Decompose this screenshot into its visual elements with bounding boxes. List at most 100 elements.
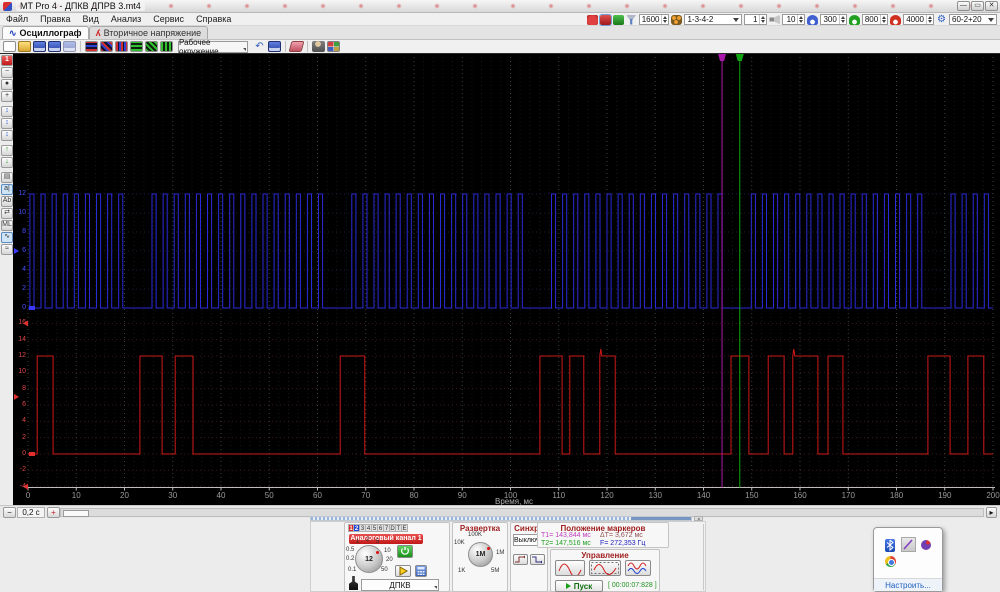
chrome-icon[interactable] [885,556,896,567]
channel-1-indicator[interactable]: 1 [1,55,13,66]
tab-oscilloscope[interactable]: ∿ Осциллограф [2,26,89,39]
bluetooth-icon[interactable] [885,539,895,552]
menu-1[interactable]: Файл [0,13,34,26]
channel-calc-button[interactable] [415,565,427,577]
display-mode-4-button[interactable] [130,41,143,52]
toggle-levels-button[interactable]: ⇄ [1,208,13,219]
stream-capture-button[interactable] [625,560,651,576]
crank-profile-select[interactable]: 60-2+20 [949,14,997,25]
minimize-button[interactable]: — [957,1,970,11]
rpm-high-spinner-arrows[interactable] [926,15,933,24]
gear-icon[interactable]: ⚙ [936,15,947,25]
sync-rising-edge-button[interactable] [513,554,528,565]
zoom-in-time-button[interactable]: + [47,507,60,518]
save-as-button[interactable] [48,41,61,52]
oscilloscope-screen[interactable]: 0102030405060708090100110120130140150160… [13,54,1000,505]
windowed-capture-button[interactable] [589,560,621,576]
display-mode-6-button[interactable] [160,41,173,52]
menu-3[interactable]: Вид [77,13,105,26]
zoom-in-button[interactable]: + [1,91,13,102]
menu-2[interactable]: Правка [34,13,76,26]
user-tool-icon[interactable] [312,41,325,52]
toggle-labels-button[interactable]: Ab [1,196,13,207]
play-icon [566,583,571,589]
rpm-mid-value[interactable]: 800 [863,15,880,24]
menu-5[interactable]: Сервис [147,13,190,26]
firing-order-select[interactable]: 1-3-4-2 [684,14,742,25]
display-mode-1-button[interactable] [85,41,98,52]
time-scrollbar-thumb[interactable] [63,510,89,517]
level-spinner[interactable]: 10 [782,14,805,25]
cylinder-spinner[interactable]: 1 [744,14,767,25]
display-mode-3-button[interactable] [115,41,128,52]
car-icon[interactable] [587,15,598,25]
toggle-measure-button[interactable]: ML [1,220,13,231]
undo-button[interactable]: ↶ [253,41,266,52]
channel-power-button[interactable] [397,545,413,558]
x-tick-label: 0 [16,491,40,500]
sweep-knob[interactable]: 1M [468,542,493,567]
level-spinner-arrows[interactable] [797,15,804,24]
maximize-button[interactable]: ▭ [971,1,984,11]
zoom-out-button[interactable]: − [1,67,13,78]
v-scale-expand-button[interactable]: ↕ [1,106,13,117]
rpm-high-spinner[interactable]: 4000 [903,14,934,25]
rpm-low-value[interactable]: 300 [821,15,838,24]
app-tray-icon[interactable] [921,540,931,550]
toggle-waveform-button[interactable]: ∿ [1,232,13,243]
level-value[interactable]: 10 [783,15,797,24]
move-down-button[interactable]: ↓ [1,157,13,168]
cylinder-spinner-arrows[interactable] [759,15,766,24]
title-bar[interactable]: MT Pro 4 - ДПКВ ДПРВ 3.mt4 — ▭ ✕ [0,0,1000,13]
x-tick-label: 130 [643,491,667,500]
rpm-mid-spinner-arrows[interactable] [880,15,887,24]
toggle-values-button[interactable]: a| [1,184,13,195]
menu-6[interactable]: Справка [190,13,237,26]
rpm-low-spinner-arrows[interactable] [839,15,846,24]
save-all-button[interactable] [63,41,76,52]
toggle-spline-button[interactable]: ≈ [1,244,13,255]
red-scale-label: 8 [13,385,26,392]
move-up-button[interactable]: ↑ [1,145,13,156]
workspace-select[interactable]: Рабочее окружение [178,41,248,53]
v-scale-fit-button[interactable]: ↕ [1,118,13,129]
marker-mode-icon[interactable] [600,15,611,25]
quick-save-button[interactable] [268,41,281,52]
new-file-button[interactable] [3,41,16,52]
rpm-spinner[interactable]: 1600 [639,14,670,25]
channel-play-button[interactable] [395,565,411,577]
rpm-high-value[interactable]: 4000 [904,15,926,24]
panel-scrollbar-thumb[interactable] [631,517,691,520]
marker-t1-value: T1= 143,844 мс [541,532,591,539]
tray-configure-link[interactable]: Настроить... [874,578,942,591]
start-button[interactable]: Пуск [555,580,603,592]
close-button[interactable]: ✕ [985,1,998,11]
rpm-value[interactable]: 1600 [640,15,662,24]
zoom-reset-button[interactable]: ● [1,79,13,90]
control-panel: 1234567DTE Аналоговый канал 1 12 0.10.20… [310,521,706,592]
rpm-spinner-arrows[interactable] [661,15,668,24]
toggle-grid-button[interactable]: ▤ [1,172,13,183]
sync-falling-edge-button[interactable] [530,554,545,565]
multi-display-button[interactable] [327,41,340,52]
marker-f-value: F= 272,353 Гц [600,540,645,547]
pen-tool-icon[interactable] [901,537,916,552]
rpm-low-spinner[interactable]: 300 [820,14,846,25]
erase-button[interactable] [289,41,305,52]
zoom-out-time-button[interactable]: − [3,507,16,518]
mtpro4-window: { "window": { "title": "MT Pro 4 - ДПКВ … [0,0,1000,592]
channel-tab-E[interactable]: E [402,524,408,532]
single-capture-button[interactable] [555,560,585,576]
v-scale-compress-button[interactable]: ↕ [1,130,13,141]
menu-4[interactable]: Анализ [105,13,147,26]
scroll-right-button[interactable]: ▸ [986,507,997,518]
display-mode-2-button[interactable] [100,41,113,52]
open-file-button[interactable] [18,41,31,52]
rpm-mid-spinner[interactable]: 800 [862,14,888,25]
cylinder-value[interactable]: 1 [745,15,759,24]
save-button[interactable] [33,41,46,52]
display-mode-5-button[interactable] [145,41,158,52]
channel-scale-knob[interactable]: 12 [355,545,383,573]
signal-name-select[interactable]: ДПКВ [361,579,439,591]
lock-icon[interactable] [613,15,624,25]
